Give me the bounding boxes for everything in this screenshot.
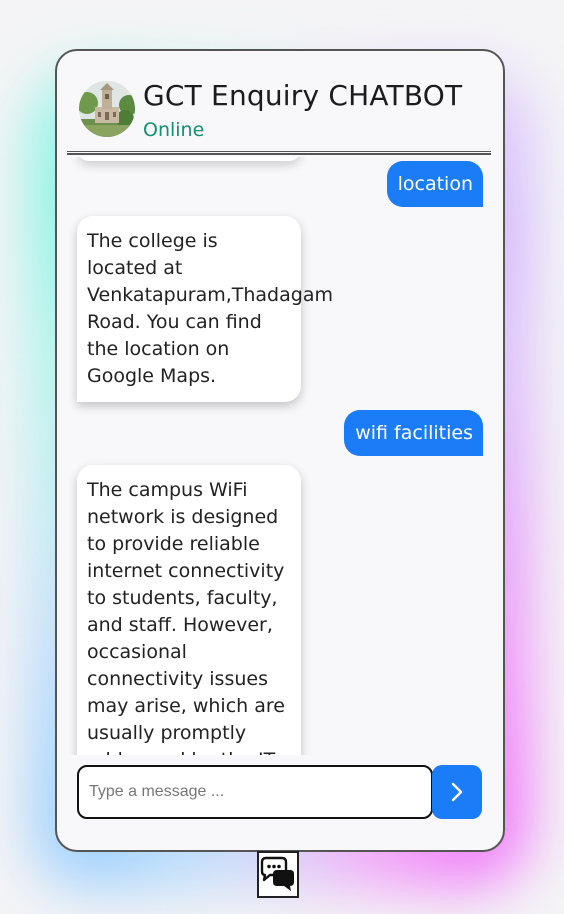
chat-title: GCT Enquiry CHATBOT (143, 79, 463, 112)
avatar (79, 81, 135, 137)
college-building-icon (79, 81, 135, 137)
composer (57, 763, 503, 823)
message-input[interactable] (77, 765, 433, 819)
chat-window: GCT Enquiry CHATBOT Online location The … (55, 49, 505, 852)
chevron-right-icon (451, 782, 463, 802)
chat-header: GCT Enquiry CHATBOT Online (57, 51, 503, 155)
chat-bubbles-icon (260, 856, 294, 891)
message-list[interactable]: location The college is located at Venka… (57, 157, 503, 755)
user-message: location (386, 161, 483, 207)
previous-message-edge (77, 157, 301, 161)
bot-message: The campus WiFi network is designed to p… (77, 465, 301, 755)
online-status: Online (143, 119, 205, 141)
user-message: wifi facilities (344, 410, 483, 456)
send-button[interactable] (432, 765, 482, 819)
bot-message: The college is located at Venkatapuram,T… (77, 216, 333, 402)
chat-toggle-button[interactable] (257, 851, 299, 898)
header-divider (67, 151, 491, 155)
